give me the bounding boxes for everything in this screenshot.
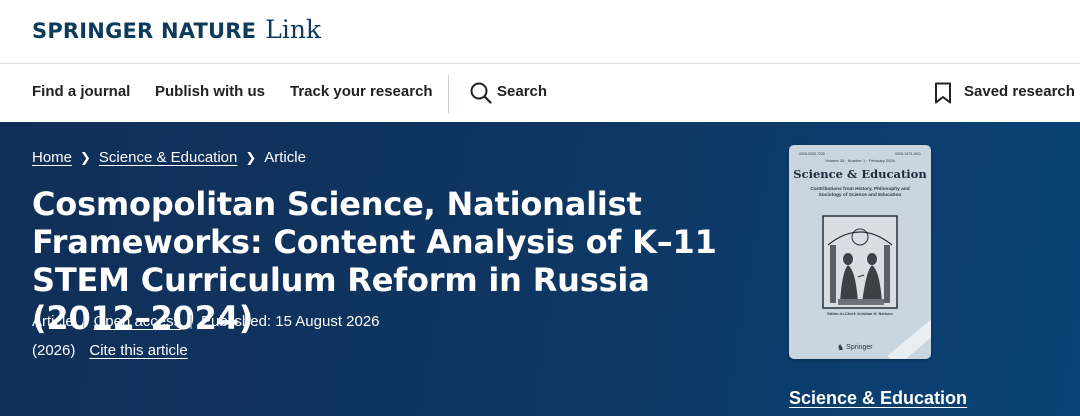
search-icon[interactable] [470,82,492,104]
brand-product: Link [265,15,322,44]
chevron-right-icon: ❯ [80,149,91,165]
breadcrumb-home[interactable]: Home [32,149,72,166]
cover-editor: Editor-in-Chief: Kristian H. Nielsen [827,311,893,316]
cover-volume: Volume 35 · Number 1 · February 2026 [825,158,895,163]
meta-separator: | [81,313,86,330]
meta-separator: | [189,313,194,330]
cover-publisher: ♞ Springer [837,343,873,352]
main-nav: Find a journal Publish with us Track you… [0,65,1080,122]
nav-divider [448,75,449,113]
cover-subtitle: Contributions from History, Philosophy a… [810,187,910,198]
cover-issn-row: ISSN 0926-7220 ISSN 1573-1901 [799,152,921,156]
cite-article-link[interactable]: Cite this article [89,342,187,359]
springer-horse-icon: ♞ [837,343,845,352]
cover-engraving-image [822,215,898,309]
bookmark-icon[interactable] [934,82,952,104]
cover-publisher-name: Springer [846,344,873,351]
nav-publish[interactable]: Publish with us [155,83,265,100]
breadcrumb-journal[interactable]: Science & Education [99,149,237,166]
breadcrumb: Home ❯ Science & Education ❯ Article [32,149,306,166]
article-year: (2026) [32,342,76,359]
nav-find-journal[interactable]: Find a journal [32,83,130,100]
cover-issn-right: ISSN 1573-1901 [895,152,921,156]
article-hero: Home ❯ Science & Education ❯ Article Cos… [0,122,1080,416]
nav-search[interactable]: Search [497,83,547,100]
open-access-link[interactable]: Open access [94,313,182,330]
article-citation-row: (2026) Cite this article [32,342,188,359]
nav-track-research[interactable]: Track your research [290,83,433,100]
article-type: Article [32,313,74,330]
published-date: Published: 15 August 2026 [201,313,380,330]
chevron-right-icon: ❯ [245,149,257,165]
nav-saved-research[interactable]: Saved research [964,83,1075,100]
brand-name: Springer Nature [32,19,257,43]
cover-title: Science & Education [793,167,927,181]
header-logo-bar: Springer Nature Link [0,0,1080,64]
breadcrumb-current: Article [264,149,306,166]
site-logo[interactable]: Springer Nature Link [32,15,321,44]
journal-title-link[interactable]: Science & Education [789,388,967,409]
journal-cover[interactable]: ISSN 0926-7220 ISSN 1573-1901 Volume 35 … [789,145,931,359]
cover-corner-ribbon [887,317,931,359]
cover-issn-left: ISSN 0926-7220 [799,152,825,156]
article-meta: Article | Open access | Published: 15 Au… [32,313,380,330]
